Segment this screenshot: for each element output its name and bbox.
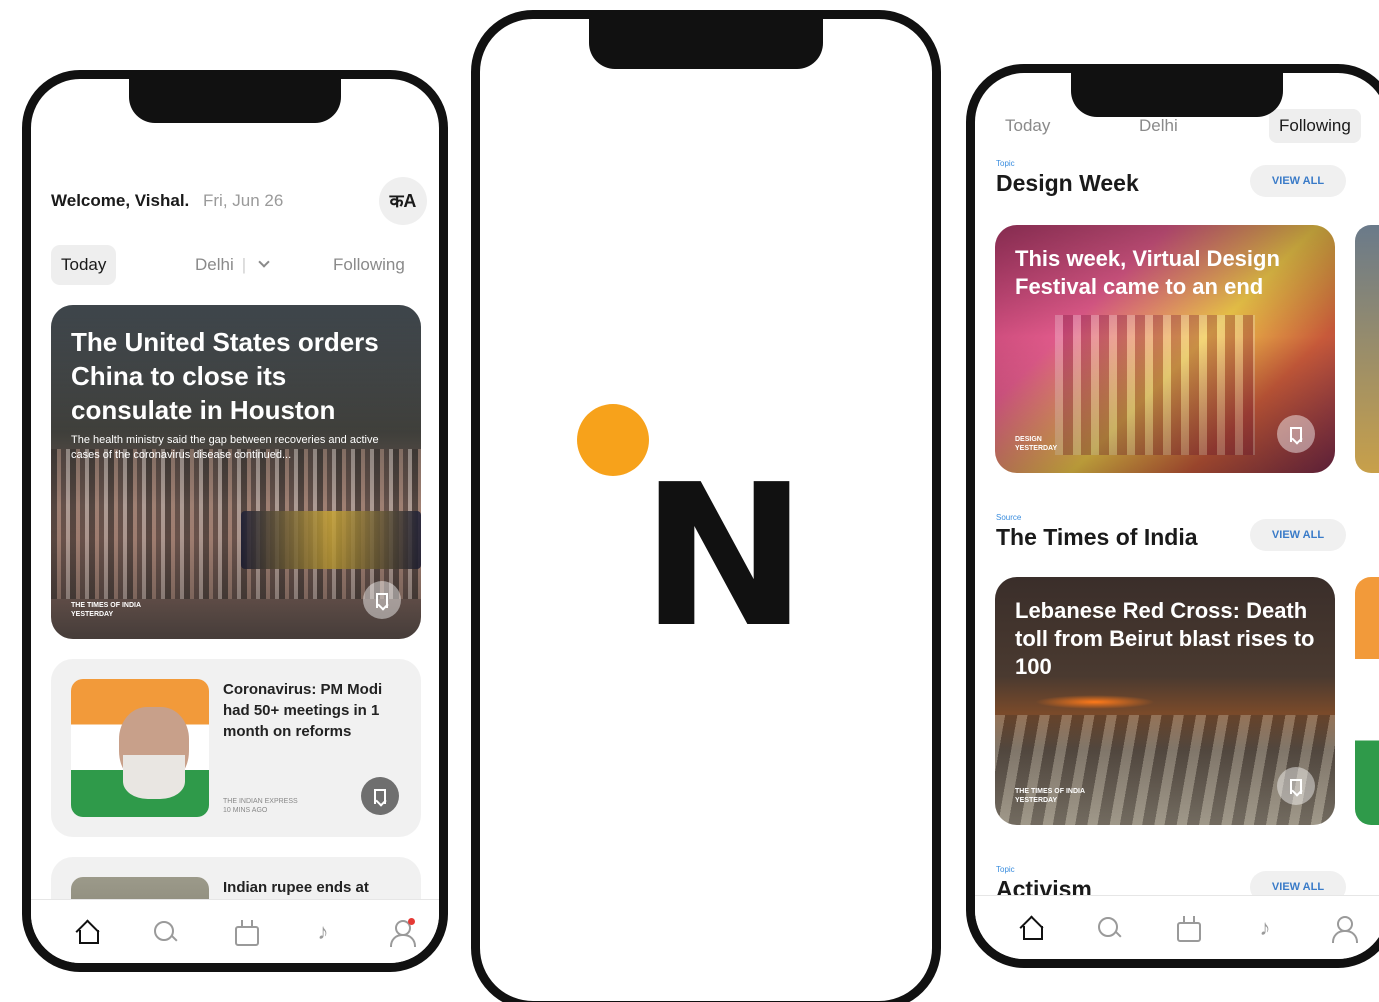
notification-dot — [408, 918, 415, 925]
translate-icon[interactable]: कA — [379, 177, 427, 225]
topic-section-design-week: Topic Design Week VIEW ALL — [996, 159, 1376, 197]
app-logo-letter: N — [640, 443, 808, 671]
feed-tabs: Today Delhi | Following — [51, 245, 427, 287]
bookmark-icon[interactable] — [363, 581, 401, 619]
profile-icon[interactable] — [1329, 914, 1358, 943]
news-time: 10 MINS AGO — [223, 807, 268, 814]
home-icon[interactable] — [73, 918, 101, 946]
music-icon[interactable]: ♪ — [1251, 914, 1279, 942]
view-all-button[interactable]: VIEW ALL — [1250, 519, 1346, 551]
logo-orange-dot — [577, 404, 649, 476]
date-text: Fri, Jun 26 — [203, 191, 284, 210]
center-phone-splash: N — [471, 10, 941, 1002]
tab-city-label: Delhi — [195, 255, 234, 274]
tab-following[interactable]: Following — [333, 245, 405, 285]
tab-today[interactable]: Today — [1005, 109, 1050, 143]
search-icon[interactable] — [151, 918, 179, 946]
times-news-card[interactable]: Lebanese Red Cross: Death toll from Beir… — [995, 577, 1335, 825]
right-phone-mockup: Today Delhi Following Topic Design Week … — [966, 64, 1379, 968]
source-section-times-of-india: Source The Times of India VIEW ALL — [996, 513, 1376, 551]
hero-source: THE TIMES OF INDIA — [71, 602, 141, 609]
card-meta: DESIGN YESTERDAY — [1015, 435, 1057, 453]
home-icon[interactable] — [1017, 914, 1045, 942]
search-icon[interactable] — [1095, 914, 1123, 942]
hero-headline: The United States orders China to close … — [71, 327, 379, 425]
phone-notch — [129, 79, 341, 123]
music-icon[interactable]: ♪ — [309, 918, 337, 946]
translate-glyph: कA — [389, 191, 417, 211]
view-all-button[interactable]: VIEW ALL — [1250, 165, 1346, 197]
news-meta: THE INDIAN EXPRESS 10 MINS AGO — [223, 797, 298, 815]
card-meta: THE TIMES OF INDIA YESTERDAY — [1015, 787, 1085, 805]
welcome-text: Welcome, Vishal. — [51, 191, 190, 210]
tv-icon[interactable] — [231, 918, 259, 946]
tab-today[interactable]: Today — [51, 245, 117, 285]
card-source: DESIGN — [1015, 436, 1042, 443]
next-card-peek[interactable] — [1355, 577, 1379, 825]
profile-icon[interactable] — [387, 918, 416, 947]
card-source: THE TIMES OF INDIA — [1015, 788, 1085, 795]
card-time: YESTERDAY — [1015, 445, 1058, 452]
design-news-card[interactable]: This week, Virtual Design Festival came … — [995, 225, 1335, 473]
card-headline: Lebanese Red Cross: Death toll from Beir… — [1015, 598, 1315, 679]
bottom-nav-bar: ♪ — [975, 895, 1379, 959]
bookmark-icon[interactable] — [1277, 767, 1315, 805]
tv-icon[interactable] — [1173, 914, 1201, 942]
next-card-peek[interactable] — [1355, 225, 1379, 473]
news-source: THE INDIAN EXPRESS — [223, 798, 298, 805]
news-list-item[interactable]: Coronavirus: PM Modi had 50+ meetings in… — [51, 659, 421, 837]
hero-meta: THE TIMES OF INDIA YESTERDAY — [71, 601, 141, 619]
card-headline: This week, Virtual Design Festival came … — [1015, 246, 1280, 299]
hero-news-card[interactable]: The United States orders China to close … — [51, 305, 421, 639]
bookmark-icon[interactable] — [361, 777, 399, 815]
tab-following[interactable]: Following — [1269, 109, 1361, 143]
bottom-nav-bar: ♪ — [31, 899, 439, 963]
chevron-down-icon — [258, 256, 270, 268]
welcome-header: Welcome, Vishal. Fri, Jun 26 कA — [51, 177, 427, 227]
hero-time: YESTERDAY — [71, 611, 114, 618]
bookmark-icon[interactable] — [1277, 415, 1315, 453]
news-thumbnail — [71, 679, 209, 817]
tab-city-dropdown[interactable]: Delhi | — [195, 245, 270, 285]
news-headline: Coronavirus: PM Modi had 50+ meetings in… — [223, 681, 383, 740]
phone-notch — [1070, 73, 1283, 117]
phone-notch — [589, 19, 823, 69]
left-phone-mockup: Welcome, Vishal. Fri, Jun 26 कA Today De… — [22, 70, 448, 972]
hero-summary: The health ministry said the gap between… — [71, 434, 379, 461]
card-time: YESTERDAY — [1015, 797, 1058, 804]
